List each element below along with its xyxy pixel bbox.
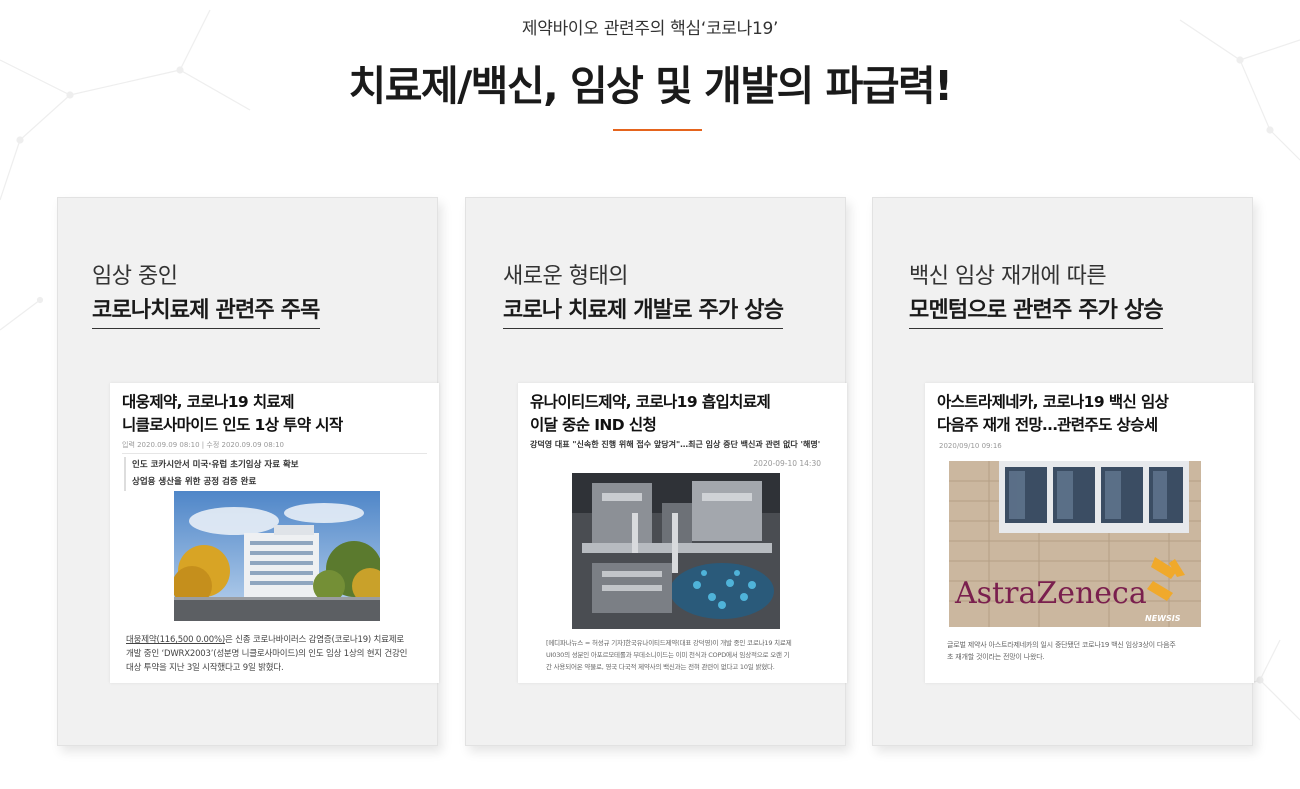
news-title-line: 니클로사마이드 인도 1상 투약 시작 — [122, 416, 343, 434]
section-title: 치료제/백신, 임상 및 개발의 파급력! — [348, 62, 953, 110]
news-body: 글로벌 제약사 아스트라제네카의 일시 중단됐던 코로나19 백신 임상3상이 … — [947, 639, 1252, 663]
news-body-line: 초 재개할 것이라는 전망이 나왔다. — [947, 653, 1045, 661]
news-body-line: 글로벌 제약사 아스트라제네카의 일시 중단됐던 코로나19 백신 임상3상이 … — [947, 641, 1176, 649]
card-lead: 새로운 형태의 — [503, 264, 628, 289]
card-vaccine-resume: 백신 임상 재개에 따른 모멘텀으로 관련주 주가 상승 아스트라제네카, 코로… — [872, 197, 1254, 746]
news-body: [메디파나뉴스 = 허성규 기자]한국유나이티드제약(대표 강덕영)이 개발 중… — [546, 637, 847, 673]
news-body-line: 대상 투약을 지난 3일 시작했다고 9일 밝혔다. — [126, 663, 284, 673]
news-quote: 인도 코카시안서 미국·유럽 초기임상 자료 확보 상업용 생산을 위한 공정 … — [124, 457, 299, 491]
news-meta: 2020/09/10 09:16 — [939, 442, 1002, 450]
card-headline: 코로나 치료제 개발로 주가 상승 — [503, 292, 784, 329]
news-clipping: 대웅제약, 코로나19 치료제 니클로사마이드 인도 1상 투약 시작 입력 2… — [110, 383, 439, 683]
card-new-treatment: 새로운 형태의 코로나 치료제 개발로 주가 상승 유나이티드제약, 코로나19… — [465, 197, 847, 746]
news-clipping: 아스트라제네카, 코로나19 백신 임상 다음주 재개 전망…관련주도 상승세 … — [925, 383, 1254, 683]
news-title-line: 다음주 재개 전망…관련주도 상승세 — [937, 416, 1158, 434]
building-photo — [174, 491, 380, 621]
news-quote-line: 인도 코카시안서 미국·유럽 초기임상 자료 확보 — [132, 460, 299, 470]
astrazeneca-sign: AstraZeneca — [954, 576, 1147, 611]
news-body-line: [메디파나뉴스 = 허성규 기자]한국유나이티드제약(대표 강덕영)이 개발 중… — [546, 639, 792, 647]
news-body-line: 간 사용되어온 약물로, 영국 다국적 제약사의 백신과는 전혀 관련이 없다고… — [546, 663, 775, 671]
card-lead: 백신 임상 재개에 따른 — [909, 264, 1107, 289]
card-lead: 임상 중인 — [92, 264, 178, 289]
news-subheadline: 강덕영 대표 "신속한 진행 위해 접수 앞당겨"…최근 임상 중단 백신과 관… — [530, 440, 821, 449]
astrazeneca-building-photo: AstraZeneca NEWSIS — [949, 461, 1201, 627]
news-divider — [122, 453, 427, 454]
news-title: 유나이티드제약, 코로나19 흡입치료제 이달 중순 IND 신청 — [530, 391, 840, 437]
stock-ticker-link[interactable]: 대웅제약(116,500 0.00%) — [126, 635, 225, 645]
factory-machine-photo — [572, 473, 780, 629]
news-title-line: 이달 중순 IND 신청 — [530, 416, 657, 434]
card-headline: 코로나치료제 관련주 주목 — [92, 292, 320, 329]
news-title: 아스트라제네카, 코로나19 백신 임상 다음주 재개 전망…관련주도 상승세 — [937, 391, 1247, 437]
news-body-line: 은 신종 코로나바이러스 감염증(코로나19) 치료제로 — [224, 635, 405, 645]
news-title-line: 유나이티드제약, 코로나19 흡입치료제 — [530, 393, 771, 411]
news-body: 대웅제약(116,500 0.00%)은 신종 코로나바이러스 감염증(코로나1… — [126, 633, 431, 675]
title-accent-rule — [613, 129, 702, 131]
news-quote-line: 상업용 생산을 위한 공정 검증 완료 — [132, 477, 257, 487]
newsis-watermark: NEWSIS — [1145, 614, 1181, 623]
card-headline: 모멘텀으로 관련주 주가 상승 — [909, 292, 1164, 329]
card-clinical-treatment: 임상 중인 코로나치료제 관련주 주목 대웅제약, 코로나19 치료제 니클로사… — [57, 197, 439, 746]
news-clipping: 유나이티드제약, 코로나19 흡입치료제 이달 중순 IND 신청 강덕영 대표… — [518, 383, 847, 683]
news-body-line: UI030의 성분인 아포르모테롤과 부데소니이드는 이미 천식과 COPD에서… — [546, 651, 790, 659]
news-date: 2020-09-10 14:30 — [753, 459, 821, 468]
section-subtitle: 제약바이오 관련주의 핵심‘코로나19’ — [521, 19, 779, 39]
news-title: 대웅제약, 코로나19 치료제 니클로사마이드 인도 1상 투약 시작 — [122, 391, 432, 437]
news-body-line: 개발 중인 ‘DWRX2003’(성분명 니클로사마이드)의 인도 임상 1상의… — [126, 649, 408, 659]
news-title-line: 대웅제약, 코로나19 치료제 — [122, 393, 294, 411]
news-meta: 입력 2020.09.09 08:10 | 수정 2020.09.09 08:1… — [122, 441, 284, 449]
news-title-line: 아스트라제네카, 코로나19 백신 임상 — [937, 393, 1169, 411]
